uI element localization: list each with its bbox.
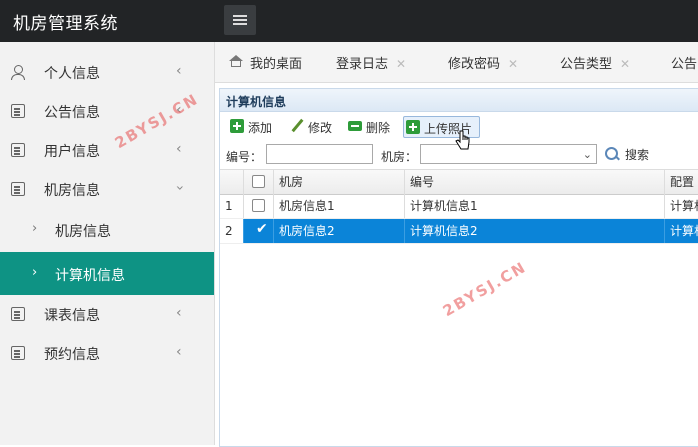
add-label: 添加 — [248, 121, 273, 135]
chevron-down-icon: ‹ — [171, 185, 188, 191]
sidebar-item-label: 预约信息 — [44, 347, 100, 363]
room-label: 机房： — [381, 150, 418, 164]
add-icon — [406, 120, 420, 134]
table-row[interactable]: 2 ✔ 机房信息2 计算机信息2 计算机 — [220, 219, 698, 244]
row-checkbox-cell — [244, 194, 274, 218]
document-icon — [11, 182, 25, 196]
home-icon — [229, 55, 243, 67]
sidebar-item-label: 个人信息 — [44, 66, 100, 82]
column-header-room[interactable]: 机房 — [274, 170, 405, 194]
cell-number: 计算机信息2 — [405, 219, 665, 243]
delete-label: 删除 — [366, 121, 391, 135]
top-bar: 机房管理系统 — [0, 0, 698, 42]
panel-title: 计算机信息 — [226, 95, 287, 109]
app-title: 机房管理系统 — [13, 14, 118, 34]
sidebar-item-reservations[interactable]: 预约信息 ‹ — [0, 333, 214, 373]
close-icon[interactable]: ✕ — [396, 57, 406, 71]
tab-label: 登录日志 — [336, 57, 389, 72]
search-icon — [605, 147, 618, 160]
document-icon — [11, 143, 25, 157]
edit-button[interactable]: 修改 — [288, 116, 336, 136]
hand-cursor-icon — [455, 130, 470, 150]
sidebar-subitem-computers[interactable]: › 计算机信息 — [0, 252, 214, 295]
person-icon — [11, 65, 25, 80]
select-all-checkbox[interactable] — [252, 175, 265, 188]
tab-desktop[interactable]: 我的桌面 — [250, 53, 302, 72]
sidebar-item-label: 用户信息 — [44, 144, 100, 160]
row-number: 1 — [220, 194, 244, 218]
tab-label: 公告类型 — [560, 57, 613, 72]
tab-login-log[interactable]: 登录日志 ✕ — [336, 53, 406, 72]
cell-room: 机房信息2 — [274, 219, 405, 243]
column-header-config[interactable]: 配置 — [665, 170, 698, 194]
chevron-left-icon: ‹ — [176, 344, 182, 360]
select-all-cell — [244, 170, 274, 194]
checkmark-icon[interactable]: ✔ — [256, 222, 269, 236]
sidebar-item-schedule[interactable]: 课表信息 ‹ — [0, 294, 214, 334]
sidebar-subitem-label: 计算机信息 — [55, 268, 125, 284]
row-number: 2 — [220, 219, 244, 243]
number-label: 编号： — [226, 150, 263, 164]
delete-button[interactable]: 删除 — [346, 116, 394, 136]
chevron-left-icon: ‹ — [176, 305, 182, 321]
hamburger-menu-icon[interactable] — [224, 5, 256, 35]
sidebar-item-users[interactable]: 用户信息 ‹ — [0, 130, 214, 170]
table-row[interactable]: 1 机房信息1 计算机信息1 计算机 — [220, 194, 698, 219]
sidebar-item-label: 公告信息 — [44, 105, 100, 121]
cell-room: 机房信息1 — [274, 194, 405, 218]
cell-config: 计算机 — [665, 194, 698, 218]
tab-bar: 我的桌面 登录日志 ✕ 修改密码 ✕ 公告类型 ✕ 公告 — [215, 42, 698, 83]
chevron-left-icon: ‹ — [176, 141, 182, 157]
tab-announcement-type[interactable]: 公告类型 ✕ — [560, 53, 630, 72]
row-number-header — [220, 170, 244, 194]
tab-label: 修改密码 — [448, 57, 501, 72]
pencil-icon — [290, 119, 304, 133]
minus-icon — [348, 121, 362, 131]
sidebar-subitem-label: 机房信息 — [55, 224, 111, 240]
tab-label: 公告 — [671, 57, 698, 72]
panel-header: 计算机信息 — [220, 89, 698, 112]
chevron-right-icon: › — [32, 221, 38, 236]
cell-config: 计算机 — [665, 219, 698, 243]
cell-number: 计算机信息1 — [405, 194, 665, 218]
close-icon[interactable]: ✕ — [508, 57, 518, 71]
add-button[interactable]: 添加 — [228, 116, 276, 136]
sidebar-subitem-rooms[interactable]: › 机房信息 — [0, 210, 214, 250]
document-icon — [11, 346, 25, 360]
document-icon — [11, 307, 25, 321]
chevron-right-icon: › — [32, 265, 38, 280]
sidebar-item-personal-info[interactable]: 个人信息 ‹ — [0, 52, 214, 92]
add-icon — [230, 119, 244, 133]
row-checkbox-cell: ✔ — [244, 219, 274, 243]
row-checkbox[interactable] — [252, 199, 265, 212]
sidebar-item-label: 机房信息 — [44, 183, 100, 199]
search-label: 搜索 — [625, 148, 650, 162]
sidebar-item-label: 课表信息 — [44, 308, 100, 324]
close-icon[interactable]: ✕ — [620, 57, 630, 71]
document-icon — [11, 104, 25, 118]
tab-announcement[interactable]: 公告 — [671, 53, 697, 72]
column-header-number[interactable]: 编号 — [405, 170, 665, 194]
grid-header: 机房 编号 配置 — [220, 169, 698, 195]
tab-change-password[interactable]: 修改密码 ✕ — [448, 53, 518, 72]
number-input[interactable] — [266, 144, 373, 164]
edit-label: 修改 — [308, 121, 333, 135]
chevron-down-icon: ⌄ — [582, 148, 592, 161]
tab-label: 我的桌面 — [250, 57, 303, 72]
sidebar-item-rooms[interactable]: 机房信息 ‹ — [0, 169, 214, 209]
chevron-left-icon: ‹ — [176, 63, 182, 79]
room-select[interactable]: ⌄ — [420, 144, 597, 164]
